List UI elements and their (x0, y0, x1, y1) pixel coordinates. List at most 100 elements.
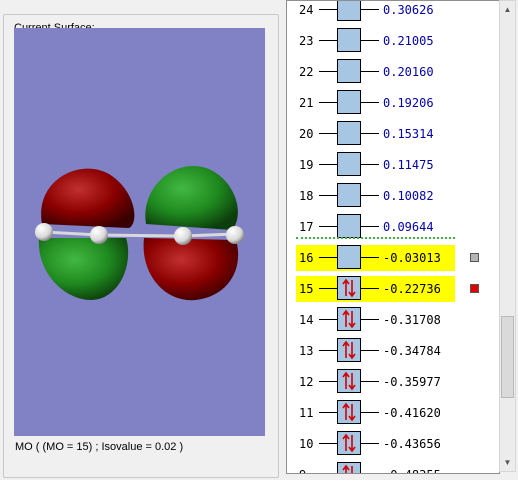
level-line (361, 9, 379, 10)
spin-arrows-icon (342, 371, 356, 391)
mo-energy: -0.31708 (383, 313, 441, 327)
mo-index: 10 (299, 437, 314, 451)
mo-level-row[interactable]: 12 -0.35977 (287, 366, 499, 397)
level-line (319, 288, 337, 289)
occupied-orbital-box[interactable] (337, 400, 361, 424)
mo-energy: 0.15314 (383, 127, 434, 141)
mo-level-row[interactable]: 14 -0.31708 (287, 304, 499, 335)
spin-arrows-icon (342, 433, 356, 453)
mo-level-row[interactable]: 21 0.19206 (287, 87, 499, 118)
lobe-right-top (145, 166, 238, 230)
level-line (319, 71, 337, 72)
mo-index: 16 (299, 251, 314, 265)
occupied-orbital-box[interactable] (337, 276, 361, 300)
level-line (361, 288, 379, 289)
mo-index: 24 (299, 3, 314, 17)
mo-level-row[interactable]: 15 -0.22736 (287, 273, 499, 304)
mo-index: 15 (299, 282, 314, 296)
spin-arrows-icon (342, 340, 356, 360)
level-line (319, 102, 337, 103)
scroll-thumb[interactable] (501, 316, 514, 398)
level-line (361, 133, 379, 134)
occupied-orbital-box[interactable] (337, 369, 361, 393)
level-line (361, 319, 379, 320)
mo-energy: 0.09644 (383, 220, 434, 234)
level-line (361, 257, 379, 258)
mo-energy: 0.21005 (383, 34, 434, 48)
occupied-orbital-box[interactable] (337, 431, 361, 455)
level-line (361, 195, 379, 196)
mo-index: 17 (299, 220, 314, 234)
scroll-down-icon[interactable]: ▼ (500, 455, 515, 470)
empty-orbital-box[interactable] (337, 214, 361, 238)
level-line (361, 350, 379, 351)
mo-level-row[interactable]: 9 -0.48355 (287, 459, 499, 473)
mo-level-row[interactable]: 19 0.11475 (287, 149, 499, 180)
mo-index: 23 (299, 34, 314, 48)
vertical-scrollbar[interactable]: ▲ ▼ (499, 0, 516, 472)
occupied-orbital-box[interactable] (337, 307, 361, 331)
atom (35, 223, 53, 241)
spin-arrows-icon (342, 278, 356, 298)
mo-level-row[interactable]: 22 0.20160 (287, 56, 499, 87)
empty-orbital-box[interactable] (337, 152, 361, 176)
occupied-orbital-box[interactable] (337, 462, 361, 473)
mo-index: 13 (299, 344, 314, 358)
level-line (361, 443, 379, 444)
mo-level-row[interactable]: 20 0.15314 (287, 118, 499, 149)
empty-orbital-box[interactable] (337, 59, 361, 83)
scroll-up-icon[interactable]: ▲ (500, 2, 515, 17)
level-line (319, 381, 337, 382)
mo-level-row[interactable]: 16 -0.03013 (287, 242, 499, 273)
mo-energy: -0.41620 (383, 406, 441, 420)
level-line (319, 350, 337, 351)
mo-index: 21 (299, 96, 314, 110)
mo-level-row[interactable]: 13 -0.34784 (287, 335, 499, 366)
level-line (319, 319, 337, 320)
empty-orbital-box[interactable] (337, 183, 361, 207)
orbital-render (35, 166, 244, 301)
spin-arrows-icon (342, 309, 356, 329)
level-line (319, 412, 337, 413)
level-line (361, 164, 379, 165)
mo-energy: -0.48355 (383, 468, 441, 473)
mo-level-row[interactable]: 18 0.10082 (287, 180, 499, 211)
mo-level-row[interactable]: 24 0.30626 (287, 1, 499, 25)
level-line (319, 443, 337, 444)
mo-index: 12 (299, 375, 314, 389)
empty-orbital-box[interactable] (337, 121, 361, 145)
empty-orbital-box[interactable] (337, 1, 361, 21)
spin-arrows-icon (342, 402, 356, 422)
mo-index: 18 (299, 189, 314, 203)
level-line (319, 164, 337, 165)
level-line (319, 257, 337, 258)
mo-index: 11 (299, 406, 314, 420)
orbital-viewport[interactable] (14, 28, 265, 436)
mo-index: 14 (299, 313, 314, 327)
level-line (361, 412, 379, 413)
empty-orbital-box[interactable] (337, 28, 361, 52)
level-line (319, 40, 337, 41)
level-line (361, 71, 379, 72)
empty-orbital-box[interactable] (337, 245, 361, 269)
atom (174, 227, 192, 245)
lobe-left-top (41, 168, 135, 228)
level-line (319, 195, 337, 196)
mo-level-row[interactable]: 23 0.21005 (287, 25, 499, 56)
mo-index: 22 (299, 65, 314, 79)
mo-energy: -0.35977 (383, 375, 441, 389)
occupied-orbital-box[interactable] (337, 338, 361, 362)
atom (226, 226, 244, 244)
mo-level-row[interactable]: 10 -0.43656 (287, 428, 499, 459)
mo-energy: -0.43656 (383, 437, 441, 451)
mo-level-row[interactable]: 11 -0.41620 (287, 397, 499, 428)
mo-energy: -0.22736 (383, 282, 441, 296)
homo-lumo-divider (296, 237, 455, 239)
mo-index: 20 (299, 127, 314, 141)
mo-level-diagram[interactable]: 24 0.30626 23 0.21005 22 0.20160 21 0.19206 20 0.… (286, 0, 500, 474)
level-line (361, 226, 379, 227)
surface-color-swatch (470, 253, 479, 262)
mo-energy: 0.30626 (383, 3, 434, 17)
surface-status-text: MO ( (MO = 15) ; Isovalue = 0.02 ) (15, 441, 184, 453)
empty-orbital-box[interactable] (337, 90, 361, 114)
